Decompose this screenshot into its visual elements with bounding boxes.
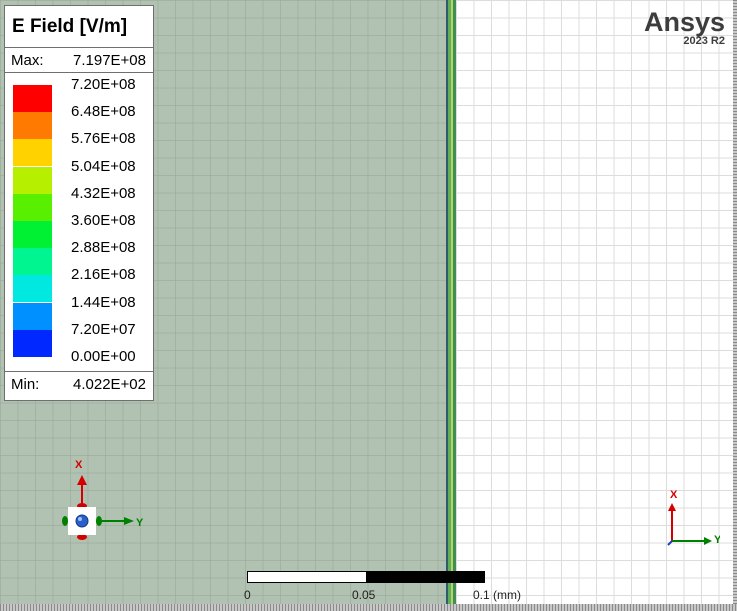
legend-color-swatch	[13, 166, 52, 194]
legend-divider	[5, 72, 153, 73]
origin-sphere-icon[interactable]	[75, 514, 89, 528]
y-axis-label: Y	[714, 534, 720, 546]
viewport-right-border	[733, 0, 737, 604]
legend-level-label: 4.32E+08	[71, 184, 136, 202]
legend-divider	[5, 371, 153, 372]
scale-bar-label-mid: 0.05	[352, 588, 376, 602]
field-interface-band	[453, 0, 456, 604]
ansys-logo: Ansys 2023 R2	[644, 8, 725, 47]
y-axis-arrowhead	[124, 517, 134, 525]
legend-color-swatch	[13, 275, 52, 303]
legend-level-label: 6.48E+08	[71, 103, 136, 121]
scale-bar-segment	[366, 572, 484, 582]
z-axis-arrow	[667, 540, 673, 546]
legend-color-swatch	[13, 85, 52, 112]
legend-level-label: 3.60E+08	[71, 212, 136, 229]
rotate-handle-icon[interactable]	[62, 516, 68, 526]
x-axis-label: X	[670, 489, 678, 501]
legend-color-swatch	[13, 302, 52, 330]
legend-min-label: Min:	[11, 376, 40, 393]
legend-level-label: 2.16E+08	[71, 266, 136, 284]
legend-color-swatch	[13, 193, 52, 221]
view-orientation-triad[interactable]: X Y	[58, 455, 153, 550]
scale-bar	[247, 571, 485, 583]
origin-highlight	[78, 517, 82, 521]
legend-color-swatch	[13, 248, 52, 276]
scale-bar-label-start: 0	[244, 588, 251, 602]
y-axis-label: Y	[136, 517, 144, 529]
legend-max-label: Max:	[11, 52, 44, 69]
brand-version: 2023 R2	[683, 35, 725, 47]
viewport-bottom-border	[0, 604, 737, 611]
y-axis-arrowhead	[704, 537, 712, 545]
legend-color-swatch	[13, 221, 52, 248]
x-axis-label: X	[75, 459, 83, 471]
legend-level-label: 1.44E+08	[71, 293, 136, 311]
brand-name: Ansys	[643, 7, 725, 37]
legend-level-label: 2.88E+08	[71, 239, 136, 257]
field-legend[interactable]: E Field [V/m] Max: 7.197E+08 Min: 4.022E…	[4, 5, 154, 401]
legend-level-label: 7.20E+07	[71, 320, 136, 338]
legend-level-label: 5.76E+08	[71, 130, 136, 148]
legend-level-label: 0.00E+00	[71, 348, 136, 365]
legend-color-swatch	[13, 329, 52, 357]
legend-color-swatch	[13, 139, 52, 167]
legend-level-label: 5.04E+08	[71, 157, 136, 175]
x-axis-arrowhead	[77, 475, 87, 485]
legend-divider	[5, 47, 153, 48]
legend-title: E Field [V/m]	[12, 16, 128, 37]
rotate-handle-icon[interactable]	[96, 516, 102, 526]
legend-color-swatch	[13, 112, 52, 140]
x-axis-arrowhead	[668, 503, 676, 511]
global-axis-indicator: X Y	[667, 489, 720, 546]
scale-bar-label-end: 0.1 (mm)	[473, 588, 521, 602]
legend-min-value: 4.022E+02	[73, 376, 146, 393]
legend-max-value: 7.197E+08	[73, 52, 146, 69]
legend-level-label: 7.20E+08	[71, 76, 136, 93]
